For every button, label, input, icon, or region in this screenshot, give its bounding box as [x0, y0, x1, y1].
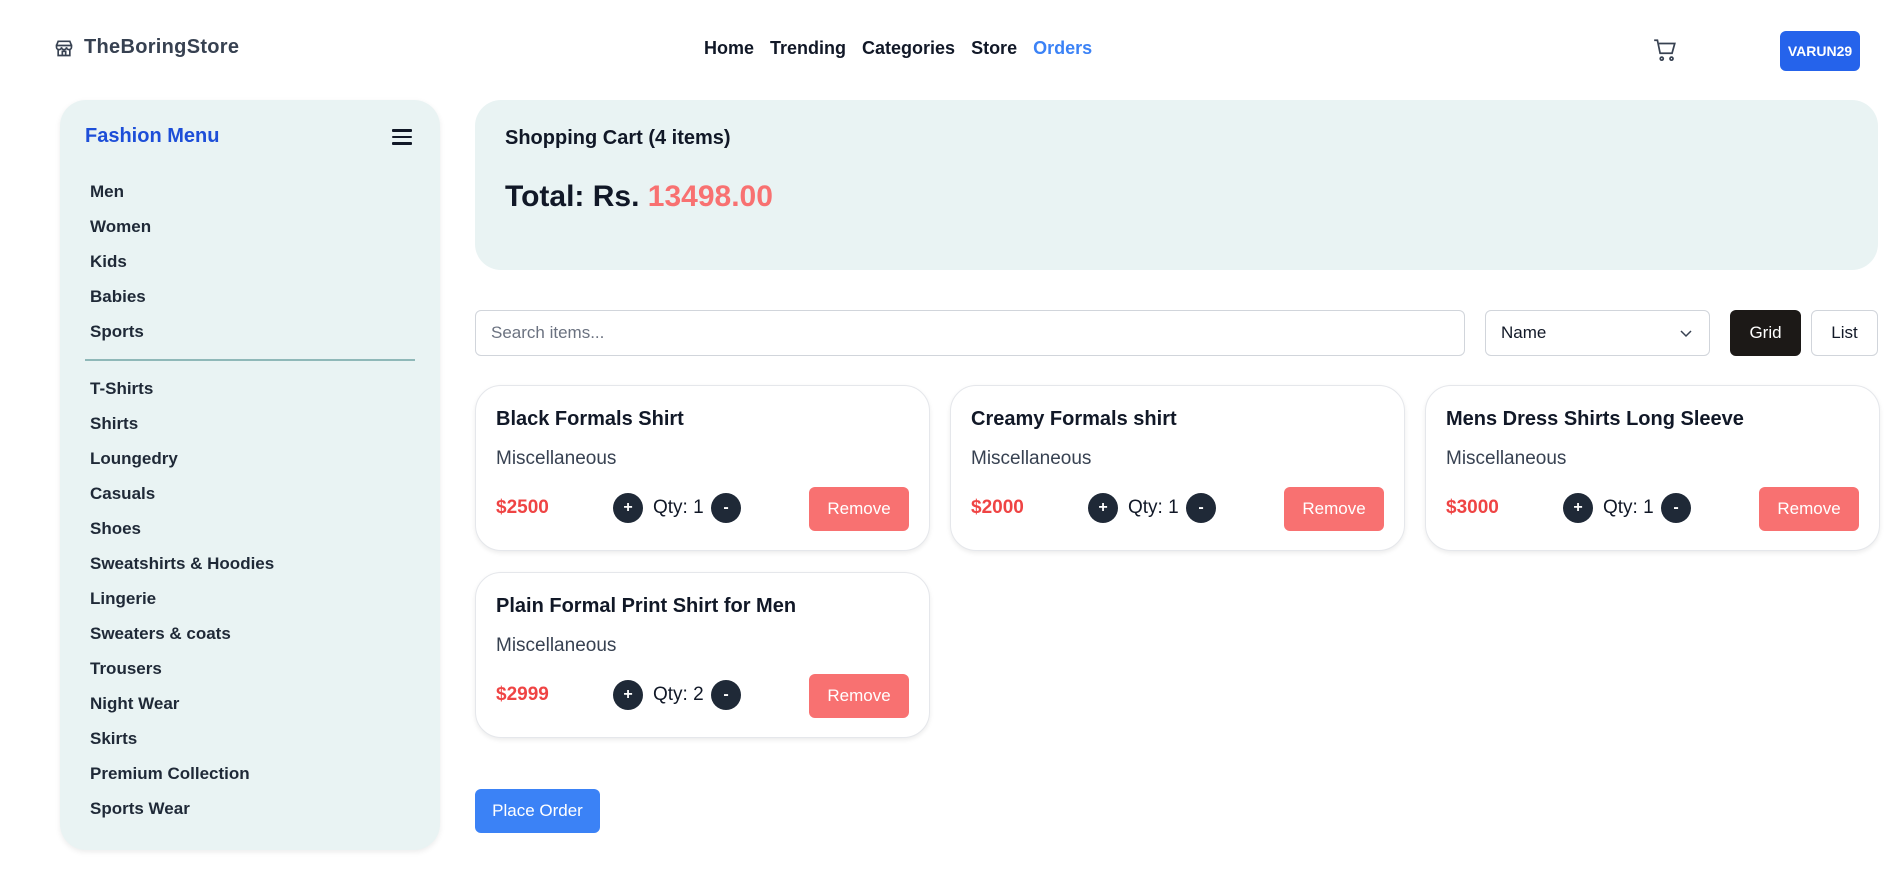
- brand-name: TheBoringStore: [84, 36, 240, 58]
- sidebar-item-tshirts[interactable]: T-Shirts: [90, 371, 274, 406]
- qty-decrease-button[interactable]: -: [711, 493, 741, 523]
- sidebar-item-trousers[interactable]: Trousers: [90, 651, 274, 686]
- sidebar-item-women[interactable]: Women: [90, 209, 151, 244]
- remove-button[interactable]: Remove: [1759, 487, 1859, 531]
- sidebar-item-premium[interactable]: Premium Collection: [90, 756, 274, 791]
- item-quantity: Qty: 2: [653, 684, 704, 705]
- item-quantity: Qty: 1: [1603, 497, 1654, 518]
- sidebar-item-sweaters[interactable]: Sweaters & coats: [90, 616, 274, 651]
- sidebar-item-sports-wear[interactable]: Sports Wear: [90, 791, 274, 826]
- item-quantity: Qty: 1: [1128, 497, 1179, 518]
- sidebar-item-casuals[interactable]: Casuals: [90, 476, 274, 511]
- sidebar-divider: [85, 359, 415, 361]
- sort-select[interactable]: Name: [1485, 310, 1710, 356]
- sidebar-item-sports[interactable]: Sports: [90, 314, 151, 349]
- item-price: $3000: [1446, 497, 1499, 518]
- qty-increase-button[interactable]: +: [1563, 493, 1593, 523]
- sidebar-item-babies[interactable]: Babies: [90, 279, 151, 314]
- cart-item-card: Mens Dress Shirts Long Sleeve Miscellane…: [1425, 385, 1880, 551]
- sidebar-item-lingerie[interactable]: Lingerie: [90, 581, 274, 616]
- item-category: Miscellaneous: [971, 448, 1092, 469]
- qty-increase-button[interactable]: +: [613, 493, 643, 523]
- total-label: Total: Rs.: [505, 180, 648, 213]
- nav-store[interactable]: Store: [971, 38, 1017, 59]
- user-account-button[interactable]: VARUN29: [1780, 31, 1860, 71]
- sidebar-item-kids[interactable]: Kids: [90, 244, 151, 279]
- sidebar-item-loungedry[interactable]: Loungedry: [90, 441, 274, 476]
- item-title: Black Formals Shirt: [496, 408, 684, 430]
- main-nav: Home Trending Categories Store Orders: [704, 38, 1092, 59]
- item-category: Miscellaneous: [496, 448, 617, 469]
- hamburger-icon[interactable]: [392, 129, 412, 145]
- item-price: $2999: [496, 684, 549, 705]
- nav-home[interactable]: Home: [704, 38, 754, 59]
- qty-increase-button[interactable]: +: [1088, 493, 1118, 523]
- brand[interactable]: TheBoringStore: [54, 36, 239, 59]
- cart-item-card: Plain Formal Print Shirt for Men Miscell…: [475, 572, 930, 738]
- sidebar-item-skirts[interactable]: Skirts: [90, 721, 274, 756]
- sidebar-group-audience: Men Women Kids Babies Sports: [90, 174, 151, 349]
- item-price: $2500: [496, 497, 549, 518]
- sidebar-item-shoes[interactable]: Shoes: [90, 511, 274, 546]
- sidebar-item-shirts[interactable]: Shirts: [90, 406, 274, 441]
- nav-orders[interactable]: Orders: [1033, 38, 1092, 59]
- chevron-down-icon: [1680, 330, 1692, 338]
- item-title: Plain Formal Print Shirt for Men: [496, 595, 797, 617]
- item-quantity: Qty: 1: [653, 497, 704, 518]
- remove-button[interactable]: Remove: [809, 487, 909, 531]
- cart-summary: Shopping Cart (4 items) Total: Rs. 13498…: [475, 100, 1878, 270]
- cart-total: Total: Rs. 13498.00: [505, 180, 773, 214]
- place-order-button[interactable]: Place Order: [475, 789, 600, 833]
- qty-decrease-button[interactable]: -: [711, 680, 741, 710]
- item-category: Miscellaneous: [496, 635, 617, 656]
- sidebar: Fashion Menu Men Women Kids Babies Sport…: [60, 100, 440, 850]
- cart-item-card: Black Formals Shirt Miscellaneous $2500 …: [475, 385, 930, 551]
- sidebar-group-categories: T-Shirts Shirts Loungedry Casuals Shoes …: [90, 371, 274, 826]
- sidebar-title: Fashion Menu: [85, 125, 220, 147]
- total-amount: 13498.00: [647, 180, 773, 213]
- grid-view-button[interactable]: Grid: [1730, 310, 1801, 356]
- nav-categories[interactable]: Categories: [862, 38, 955, 59]
- item-title: Creamy Formals shirt: [971, 408, 1177, 430]
- sidebar-item-men[interactable]: Men: [90, 174, 151, 209]
- nav-trending[interactable]: Trending: [770, 38, 846, 59]
- sidebar-item-night-wear[interactable]: Night Wear: [90, 686, 274, 721]
- search-input[interactable]: [475, 310, 1465, 356]
- cart-item-card: Creamy Formals shirt Miscellaneous $2000…: [950, 385, 1405, 551]
- store-icon: [55, 40, 73, 56]
- header: TheBoringStore Home Trending Categories …: [0, 0, 1898, 100]
- qty-increase-button[interactable]: +: [613, 680, 643, 710]
- sidebar-item-sweatshirts[interactable]: Sweatshirts & Hoodies: [90, 546, 274, 581]
- qty-decrease-button[interactable]: -: [1186, 493, 1216, 523]
- qty-decrease-button[interactable]: -: [1661, 493, 1691, 523]
- cart-icon[interactable]: [1652, 37, 1678, 63]
- sort-value: Name: [1501, 323, 1547, 342]
- cart-heading: Shopping Cart (4 items): [505, 127, 731, 149]
- item-title: Mens Dress Shirts Long Sleeve: [1446, 408, 1744, 430]
- list-view-button[interactable]: List: [1811, 310, 1878, 356]
- item-price: $2000: [971, 497, 1024, 518]
- remove-button[interactable]: Remove: [809, 674, 909, 718]
- remove-button[interactable]: Remove: [1284, 487, 1384, 531]
- item-category: Miscellaneous: [1446, 448, 1567, 469]
